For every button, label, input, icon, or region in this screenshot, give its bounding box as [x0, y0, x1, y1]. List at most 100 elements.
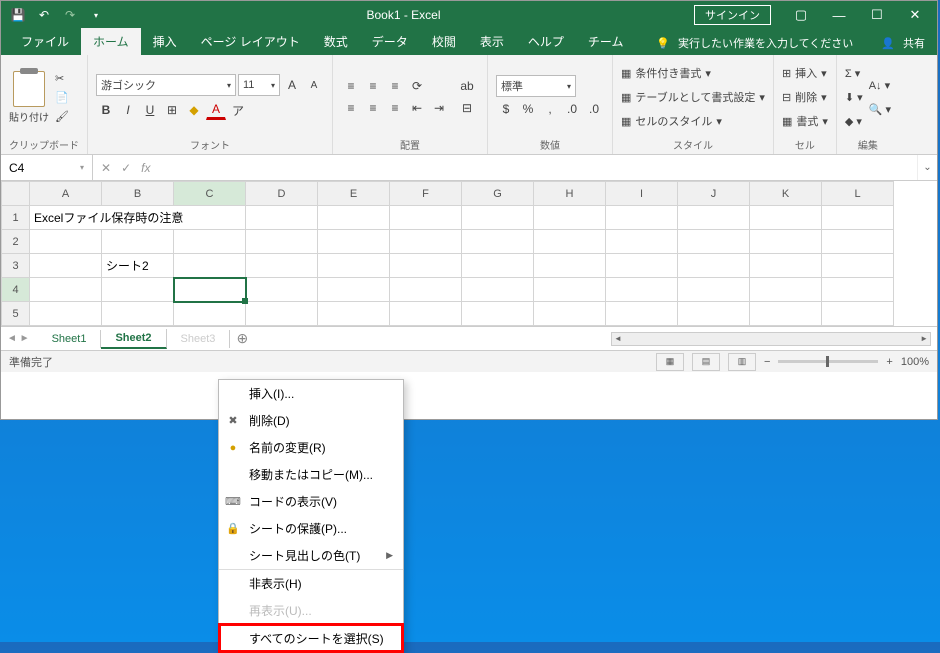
ctx-tabcolor[interactable]: シート見出しの色(T)▶ — [219, 542, 403, 569]
active-cell[interactable] — [174, 278, 246, 302]
col-header[interactable]: L — [822, 182, 894, 206]
col-header[interactable]: K — [750, 182, 822, 206]
zoom-out-button[interactable]: − — [764, 356, 770, 368]
tab-review[interactable]: 校閲 — [420, 28, 468, 55]
font-color-button[interactable]: A — [206, 100, 226, 120]
row-header[interactable]: 1 — [2, 206, 30, 230]
ctx-rename[interactable]: ●名前の変更(R) — [219, 434, 403, 461]
name-box[interactable]: C4▾ — [1, 155, 93, 180]
expand-fx-icon[interactable]: ⌄ — [917, 155, 937, 180]
decrease-font-icon[interactable]: A — [304, 75, 324, 95]
tab-formulas[interactable]: 数式 — [312, 28, 360, 55]
sheet-tab-active[interactable]: Sheet2 — [101, 329, 166, 349]
insert-cells-button[interactable]: ⊞挿入 ▾ — [782, 62, 828, 84]
fill-button[interactable]: ⬇ ▾ — [845, 86, 863, 108]
save-icon[interactable]: 💾 — [7, 4, 29, 26]
align-left-icon[interactable]: ≡ — [341, 98, 361, 118]
col-header[interactable]: D — [246, 182, 318, 206]
page-break-view-icon[interactable]: ▥ — [728, 353, 756, 371]
cut-icon[interactable]: ✂ — [55, 72, 69, 85]
zoom-in-button[interactable]: + — [886, 356, 892, 368]
cancel-fx-icon[interactable]: ✕ — [101, 161, 111, 175]
zoom-level[interactable]: 100% — [901, 356, 929, 368]
merge-icon[interactable]: ⊟ — [455, 98, 479, 118]
cell-style-button[interactable]: ▦セルのスタイル ▾ — [621, 110, 765, 132]
cell[interactable]: シート2 — [102, 254, 174, 278]
zoom-slider[interactable] — [778, 360, 878, 363]
tab-team[interactable]: チーム — [576, 28, 636, 55]
ctx-insert[interactable]: 挿入(I)... — [219, 380, 403, 407]
tab-home[interactable]: ホーム — [81, 28, 141, 55]
italic-button[interactable]: I — [118, 100, 138, 120]
align-right-icon[interactable]: ≡ — [385, 98, 405, 118]
col-header[interactable]: B — [102, 182, 174, 206]
delete-cells-button[interactable]: ⊟削除 ▾ — [782, 86, 828, 108]
minimize-button[interactable]: — — [821, 3, 857, 27]
page-layout-view-icon[interactable]: ▤ — [692, 353, 720, 371]
horizontal-scrollbar[interactable] — [611, 332, 931, 346]
paste-button[interactable]: 貼り付け — [9, 71, 49, 124]
conditional-format-button[interactable]: ▦条件付き書式 ▾ — [621, 62, 765, 84]
font-name-select[interactable]: 游ゴシック▾ — [96, 74, 236, 96]
share-button[interactable]: 共有 — [903, 35, 925, 51]
col-header[interactable]: J — [678, 182, 750, 206]
redo-icon[interactable]: ↷ — [59, 4, 81, 26]
cell[interactable]: Excelファイル保存時の注意 — [30, 206, 246, 230]
currency-icon[interactable]: $ — [496, 99, 516, 119]
phonetic-button[interactable]: ア — [228, 100, 248, 120]
col-header[interactable]: E — [318, 182, 390, 206]
wrap-text-icon[interactable]: ab — [455, 76, 479, 96]
clear-button[interactable]: ◆ ▾ — [845, 110, 863, 132]
ctx-viewcode[interactable]: ⌨コードの表示(V) — [219, 488, 403, 515]
col-header[interactable]: C — [174, 182, 246, 206]
table-format-button[interactable]: ▦テーブルとして書式設定 ▾ — [621, 86, 765, 108]
tab-data[interactable]: データ — [360, 28, 420, 55]
copy-icon[interactable]: 📄 — [55, 91, 69, 104]
find-select-button[interactable]: 🔍 ▾ — [869, 98, 891, 120]
indent-dec-icon[interactable]: ⇤ — [407, 98, 427, 118]
ctx-move[interactable]: 移動またはコピー(M)... — [219, 461, 403, 488]
new-sheet-button[interactable]: ⊕ — [230, 330, 254, 347]
col-header[interactable]: H — [534, 182, 606, 206]
ctx-hide[interactable]: 非表示(H) — [219, 569, 403, 597]
tellme-input[interactable]: 実行したい作業を入力してください — [678, 35, 853, 51]
indent-inc-icon[interactable]: ⇥ — [429, 98, 449, 118]
formula-input[interactable] — [158, 155, 917, 180]
align-bot-icon[interactable]: ≡ — [385, 76, 405, 96]
enter-fx-icon[interactable]: ✓ — [121, 161, 131, 175]
comma-icon[interactable]: , — [540, 99, 560, 119]
autosum-button[interactable]: Σ ▾ — [845, 62, 863, 84]
sheet-tab[interactable]: Sheet1 — [38, 330, 102, 348]
dec-decimal-icon[interactable]: .0 — [584, 99, 604, 119]
tab-help[interactable]: ヘルプ — [516, 28, 576, 55]
font-size-select[interactable]: 11▾ — [238, 74, 280, 96]
qat-dropdown-icon[interactable]: ▾ — [85, 4, 107, 26]
align-top-icon[interactable]: ≡ — [341, 76, 361, 96]
orientation-icon[interactable]: ⟳ — [407, 76, 427, 96]
border-button[interactable]: ⊞ — [162, 100, 182, 120]
percent-icon[interactable]: % — [518, 99, 538, 119]
bold-button[interactable]: B — [96, 100, 116, 120]
undo-icon[interactable]: ↶ — [33, 4, 55, 26]
ribbon-options-icon[interactable]: ▢ — [783, 3, 819, 27]
ctx-protect[interactable]: 🔒シートの保護(P)... — [219, 515, 403, 542]
maximize-button[interactable]: ☐ — [859, 3, 895, 27]
normal-view-icon[interactable]: ▦ — [656, 353, 684, 371]
row-header[interactable]: 5 — [2, 302, 30, 326]
signin-button[interactable]: サインイン — [694, 5, 771, 25]
format-cells-button[interactable]: ▦書式 ▾ — [782, 110, 828, 132]
col-header[interactable]: A — [30, 182, 102, 206]
fx-icon[interactable]: fx — [141, 161, 150, 175]
row-header[interactable]: 2 — [2, 230, 30, 254]
fill-color-button[interactable]: ◆ — [184, 100, 204, 120]
ctx-delete[interactable]: ✖削除(D) — [219, 407, 403, 434]
tab-view[interactable]: 表示 — [468, 28, 516, 55]
underline-button[interactable]: U — [140, 100, 160, 120]
sheet-tab[interactable]: Sheet3 — [167, 330, 231, 348]
row-header[interactable]: 3 — [2, 254, 30, 278]
number-format-select[interactable]: 標準▾ — [496, 75, 576, 97]
sheet-nav[interactable]: ◄ ► — [7, 333, 38, 344]
row-header[interactable]: 4 — [2, 278, 30, 302]
tab-file[interactable]: ファイル — [9, 28, 81, 55]
increase-font-icon[interactable]: A — [282, 75, 302, 95]
